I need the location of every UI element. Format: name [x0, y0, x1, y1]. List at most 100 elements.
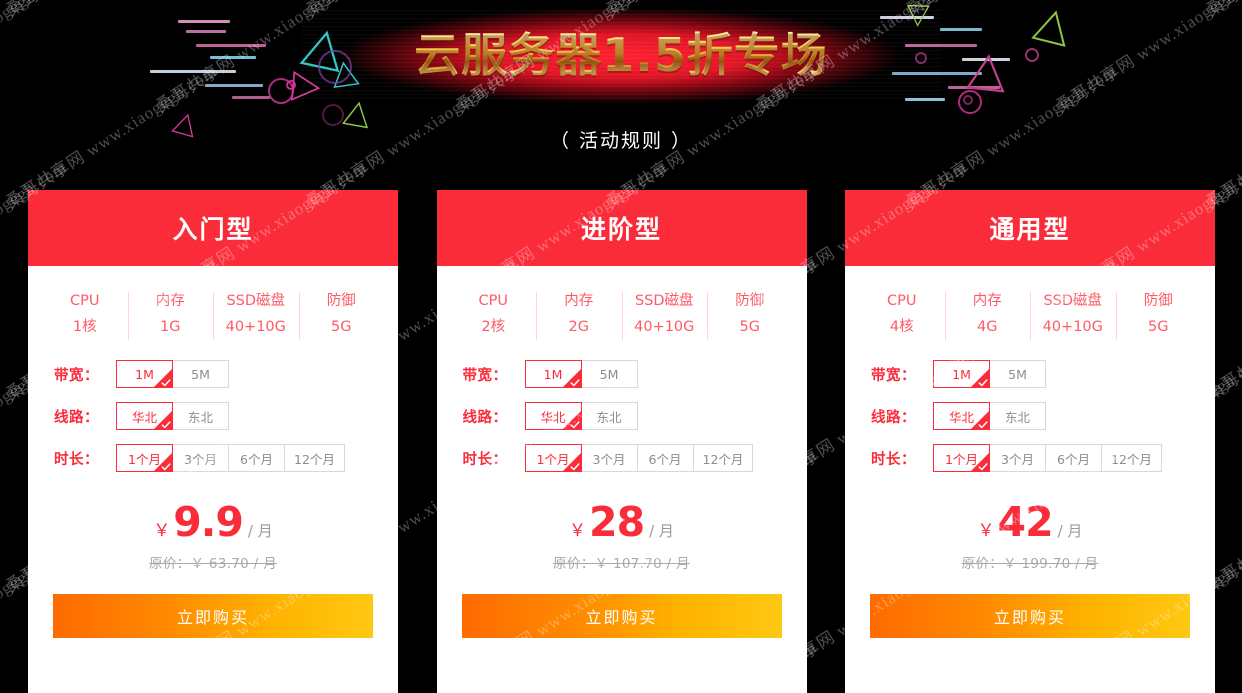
option-text: 12个月: [294, 451, 335, 467]
option-duration[interactable]: 12个月: [692, 444, 754, 472]
option-bandwidth-selected[interactable]: 1M: [933, 360, 990, 388]
option-label-bandwidth: 带宽：: [54, 367, 99, 384]
option-text: 1M: [543, 366, 563, 382]
option-line[interactable]: 东北: [172, 402, 229, 430]
option-text: 东北: [596, 409, 622, 425]
option-duration[interactable]: 6个月: [228, 444, 285, 472]
check-icon: [978, 462, 988, 471]
option-line-selected[interactable]: 华北: [524, 402, 582, 430]
check-icon: [161, 462, 171, 471]
option-duration[interactable]: 3个月: [172, 444, 229, 472]
buy-now-button[interactable]: 立即购买: [461, 594, 782, 638]
buy-button-wrap: 立即购买: [845, 572, 1215, 638]
option-row-line: 线路： 华北 东北: [54, 402, 398, 430]
option-duration-selected[interactable]: 1个月: [116, 444, 173, 472]
buy-button-wrap: 立即购买: [437, 572, 807, 638]
option-label-bandwidth: 带宽：: [871, 367, 916, 384]
option-text: 1M: [952, 366, 971, 382]
option-text: 3个月: [592, 451, 626, 467]
option-text: 1M: [135, 366, 154, 382]
option-row-bandwidth: 带宽： 1M 5M: [463, 360, 807, 388]
option-label-line: 线路：: [54, 409, 99, 426]
spec-label: 防御: [326, 293, 356, 309]
option-bandwidth-selected[interactable]: 1M: [116, 360, 173, 388]
buy-now-button[interactable]: 立即购买: [53, 594, 373, 638]
check-icon: [570, 378, 580, 387]
original-price: 原价：￥ 63.70 / 月: [149, 556, 277, 572]
option-bandwidth[interactable]: 5M: [172, 360, 229, 388]
option-duration[interactable]: 3个月: [580, 444, 638, 472]
option-bandwidth-selected[interactable]: 1M: [524, 360, 582, 388]
spec-value: 40+10G: [225, 319, 286, 335]
option-group-bandwidth: 1M 5M: [524, 360, 638, 388]
option-line[interactable]: 东北: [580, 402, 638, 430]
option-bandwidth[interactable]: 5M: [580, 360, 638, 388]
option-row-bandwidth: 带宽： 1M 5M: [871, 360, 1215, 388]
option-duration-selected[interactable]: 1个月: [933, 444, 990, 472]
option-group-duration: 1个月 3个月 6个月 12个月: [933, 444, 1162, 472]
currency-symbol: ￥: [977, 521, 995, 541]
option-line-selected[interactable]: 华北: [933, 402, 990, 430]
option-row-line: 线路： 华北 东北: [463, 402, 807, 430]
option-row-duration: 时长： 1个月 3个月 6个月 12个月: [463, 444, 807, 472]
option-duration-selected[interactable]: 1个月: [524, 444, 582, 472]
spec-label: 内存: [972, 293, 1002, 309]
option-text: 6个月: [240, 451, 273, 467]
option-bandwidth[interactable]: 5M: [989, 360, 1046, 388]
option-row-line: 线路： 华北 东北: [871, 402, 1215, 430]
spec-value: 4核: [889, 319, 914, 335]
option-label-duration: 时长：: [54, 451, 99, 468]
option-text: 5M: [191, 366, 210, 382]
spec-disk: SSD磁盘 40+10G: [1030, 290, 1116, 342]
option-line[interactable]: 东北: [989, 402, 1046, 430]
spec-memory: 内存 2G: [536, 290, 622, 342]
spec-value: 4G: [977, 319, 998, 335]
price-block: ￥ 9.9/ 月原价：￥ 63.70 / 月: [28, 486, 398, 572]
spec-value: 5G: [331, 319, 352, 335]
spec-defense: 防御 5G: [1115, 290, 1202, 342]
spec-list: CPU 2核 内存 2G SSD磁盘 40+10G 防御 5G: [437, 266, 807, 348]
option-label-line: 线路：: [871, 409, 916, 426]
spec-value: 2G: [568, 319, 589, 335]
option-row-duration: 时长： 1个月 3个月 6个月 12个月: [54, 444, 398, 472]
option-group-bandwidth: 1M 5M: [933, 360, 1046, 388]
option-duration[interactable]: 6个月: [1045, 444, 1102, 472]
currency-symbol: ￥: [569, 521, 587, 541]
option-text: 6个月: [1057, 451, 1090, 467]
check-icon: [570, 462, 580, 471]
buy-now-button[interactable]: 立即购买: [870, 594, 1190, 638]
spec-value: 1G: [160, 319, 181, 335]
spec-value: 40+10G: [1042, 319, 1103, 335]
spec-label: SSD磁盘: [634, 293, 694, 309]
option-duration[interactable]: 3个月: [989, 444, 1046, 472]
option-duration[interactable]: 12个月: [1101, 444, 1162, 472]
spec-label: CPU: [478, 293, 508, 309]
spec-label: 防御: [1143, 293, 1173, 309]
activity-rules-link[interactable]: （ 活动规则 ）: [0, 126, 1242, 153]
spec-label: CPU: [70, 293, 100, 309]
spec-label: SSD磁盘: [1043, 293, 1103, 309]
option-text: 5M: [1008, 366, 1027, 382]
option-group-duration: 1个月 3个月 6个月 12个月: [524, 444, 754, 472]
option-line-selected[interactable]: 华北: [116, 402, 173, 430]
card-title: 入门型: [28, 190, 398, 266]
option-row-duration: 时长： 1个月 3个月 6个月 12个月: [871, 444, 1215, 472]
card-title: 进阶型: [436, 190, 807, 266]
option-duration[interactable]: 6个月: [636, 444, 694, 472]
spec-value: 5G: [1148, 319, 1169, 335]
spec-value: 2核: [481, 319, 506, 335]
option-groups: 带宽： 1M 5M 线路： 华北 东北 时长： 1个月 3个月 6个月 12个月: [437, 348, 807, 486]
check-icon: [570, 420, 580, 429]
spec-cpu: CPU 2核: [451, 290, 537, 342]
option-text: 东北: [187, 409, 213, 425]
spec-disk: SSD磁盘 40+10G: [213, 290, 299, 342]
spec-value: 5G: [739, 319, 760, 335]
pricing-card-list: 入门型 CPU 1核 内存 1G SSD磁盘 40+10G 防御 5G 带宽： 1M 5M 线路： 华北东…: [28, 190, 1215, 693]
option-label-bandwidth: 带宽：: [462, 367, 508, 384]
price-amount: 9.9: [173, 498, 244, 546]
spec-label: 内存: [564, 293, 594, 309]
spec-memory: 内存 1G: [127, 290, 214, 342]
spec-cpu: CPU 4核: [859, 290, 945, 342]
option-duration[interactable]: 12个月: [284, 444, 345, 472]
option-group-bandwidth: 1M 5M: [116, 360, 229, 388]
